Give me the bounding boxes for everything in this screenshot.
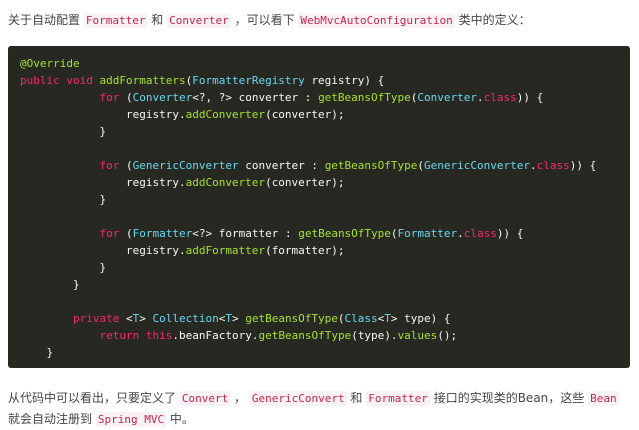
outro-paragraph: 从代码中可以看出，只要定义了 Convert ， GenericConvert … [8,388,631,430]
inline-code-convert: Convert [179,391,231,406]
outro-prefix: 从代码中可以看出，只要定义了 [8,391,177,405]
code-block: @Override public void addFormatters(Form… [8,46,630,368]
inline-code-converter: Converter [167,13,231,28]
intro-middle: ，可以看下 [234,13,295,27]
inline-code-formatter: Formatter [83,13,148,28]
code-line: private <T> Collection<T> getBeansOfType… [72,312,451,325]
code-line: registry.addConverter(converter); [125,176,345,189]
inline-code-bean: Bean [588,391,619,406]
code-line: @Override [20,57,80,70]
code-line: } [20,125,107,138]
code-line: public void addFormatters(FormatterRegis… [20,74,385,87]
code-content: @Override public void addFormatters(Form… [20,55,630,361]
inline-code-formatter-2: Formatter [366,391,430,406]
code-line: } [20,261,107,274]
code-line: registry.addFormatter(formatter); [125,244,345,257]
outro-suffix: 中。 [169,412,194,426]
code-line: for (GenericConverter converter : getBea… [99,159,597,172]
code-line: registry.addConverter(converter); [125,108,345,121]
outro-middle: 接口的实现类的Bean，这些 [433,391,585,405]
code-line: } [20,278,80,291]
code-line: } [20,193,107,206]
code-line: for (Converter<?, ?> converter : getBean… [99,91,544,104]
inline-code-spring-mvc: Spring MVC [95,412,167,427]
intro-and: 和 [151,13,164,27]
code-line: return this.beanFactory.getBeansOfType(t… [99,329,458,342]
inline-code-generic-convert: GenericConvert [249,391,347,406]
inline-code-config-class: WebMvcAutoConfiguration [298,13,455,28]
outro-comma: ， [234,391,247,405]
intro-paragraph: 关于自动配置 Formatter 和 Converter ，可以看下 WebMv… [8,10,631,31]
code-line: } [20,346,54,359]
outro-and: 和 [350,391,363,405]
code-line: for (Formatter<?> formatter : getBeansOf… [99,227,524,240]
intro-prefix: 关于自动配置 [8,13,81,27]
outro-middle-2: 就会自动注册到 [8,412,93,426]
intro-suffix: 类中的定义： [458,13,531,27]
